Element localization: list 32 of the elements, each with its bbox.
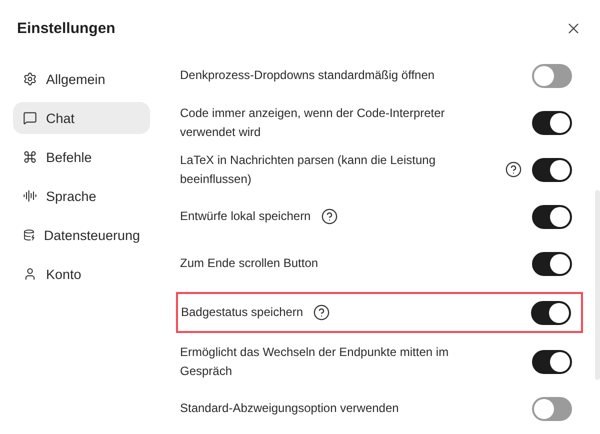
- sidebar-item[interactable]: Allgemein: [13, 63, 150, 95]
- setting-label: Entwürfe lokal speichern: [180, 208, 311, 225]
- sidebar-item[interactable]: Sprache: [13, 180, 150, 212]
- help-icon[interactable]: [313, 304, 330, 321]
- help-icon[interactable]: [320, 208, 338, 225]
- help-icon[interactable]: [505, 161, 522, 178]
- toggle-switch[interactable]: [532, 110, 572, 134]
- user-icon: [23, 267, 37, 281]
- toggle-switch[interactable]: [532, 204, 572, 228]
- database-icon: [23, 228, 35, 242]
- toggle-switch[interactable]: [532, 350, 572, 374]
- toggle-switch[interactable]: [532, 158, 572, 182]
- sidebar-item[interactable]: Befehle: [13, 141, 150, 173]
- setting-label: Code immer anzeigen, wenn der Code-Interpreter verwendet wird: [180, 104, 446, 140]
- setting-label: Badgestatus speichern: [181, 304, 304, 321]
- command-key-icon: [23, 150, 37, 164]
- toggle-switch[interactable]: [532, 252, 572, 276]
- toggle-switch[interactable]: [531, 300, 571, 324]
- toggle-switch[interactable]: [532, 64, 572, 88]
- sidebar-item[interactable]: Datensteuerung: [13, 219, 150, 251]
- sidebar-item[interactable]: Konto: [13, 258, 150, 290]
- toggle-switch[interactable]: [532, 396, 572, 420]
- sound-wave-icon: [23, 189, 37, 203]
- setting-label: Zum Ende scrollen Button: [180, 255, 318, 272]
- setting-label: Standard-Abzweigungsoption verwenden: [180, 400, 399, 417]
- dialog-title: Einstellungen: [17, 20, 116, 36]
- sidebar-item[interactable]: Chat: [13, 102, 150, 134]
- setting-label: Denkprozess-Dropdowns standardmäßig öffnen: [180, 67, 435, 84]
- setting-label: Ermöglicht das Wechseln der Endpunkte mitten im Gespräch: [180, 344, 450, 380]
- setting-label: LaTeX in Nachrichten parsen (kann die Leistung beeinflussen): [180, 152, 436, 188]
- chat-bubble-icon: [23, 111, 37, 125]
- gear-icon: [23, 72, 37, 86]
